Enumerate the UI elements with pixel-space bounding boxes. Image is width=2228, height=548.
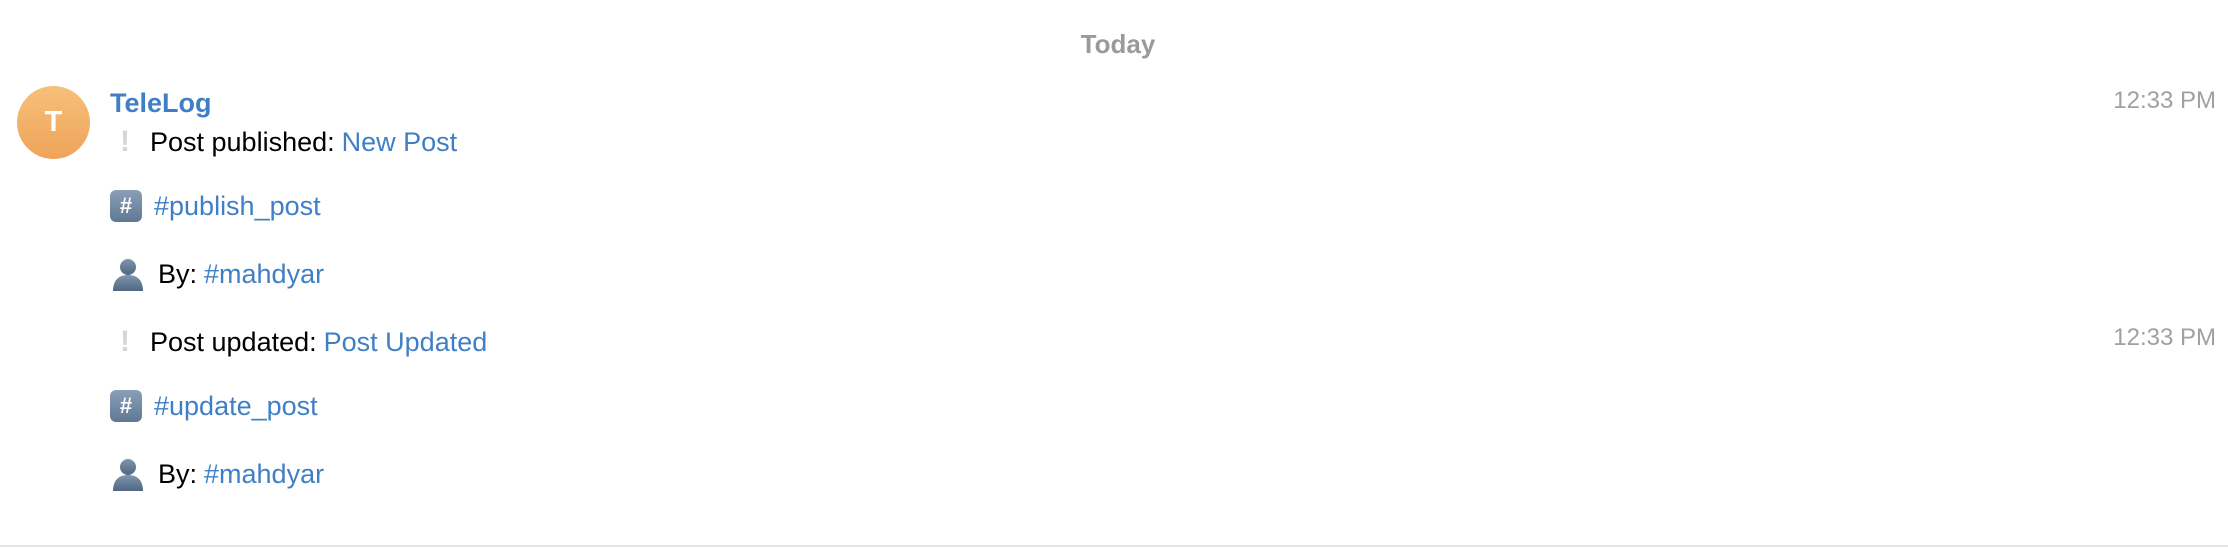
message-time: 12:33 PM [2113,324,2216,351]
avatar[interactable]: T [17,86,90,159]
author-line: By: #mahdyar [110,256,324,292]
divider [0,545,2228,547]
hashtag-link[interactable]: #update_post [154,388,318,424]
post-title-link[interactable]: New Post [342,124,458,160]
exclamation-icon: ! [120,325,130,358]
post-title-link[interactable]: Post Updated [324,324,488,360]
message-time: 12:33 PM [2113,87,2216,114]
user-silhouette-icon [113,459,143,491]
action-label: Post published: [150,127,335,157]
message-action-line: ! Post updated: Post Updated [110,324,487,360]
action-label: Post updated: [150,327,317,357]
author-line: By: #mahdyar [110,456,324,492]
message-action-line: ! Post published: New Post [110,124,457,160]
chat-window: Today T TeleLog 12:33 PM ! Post publishe… [0,0,2228,548]
user-tag-link[interactable]: #mahdyar [204,256,324,292]
sender-name[interactable]: TeleLog [110,86,212,120]
avatar-initial: T [44,106,63,138]
hash-keycap-icon: # [110,390,142,422]
hashtag-line: # #publish_post [110,188,321,224]
user-tag-link[interactable]: #mahdyar [204,456,324,492]
hash-keycap-icon: # [110,190,142,222]
by-label: By: [158,459,198,489]
by-label: By: [158,259,198,289]
hashtag-line: # #update_post [110,388,318,424]
exclamation-icon: ! [120,125,130,158]
date-separator: Today [1080,29,1156,59]
hashtag-link[interactable]: #publish_post [154,188,321,224]
user-silhouette-icon [113,259,143,291]
